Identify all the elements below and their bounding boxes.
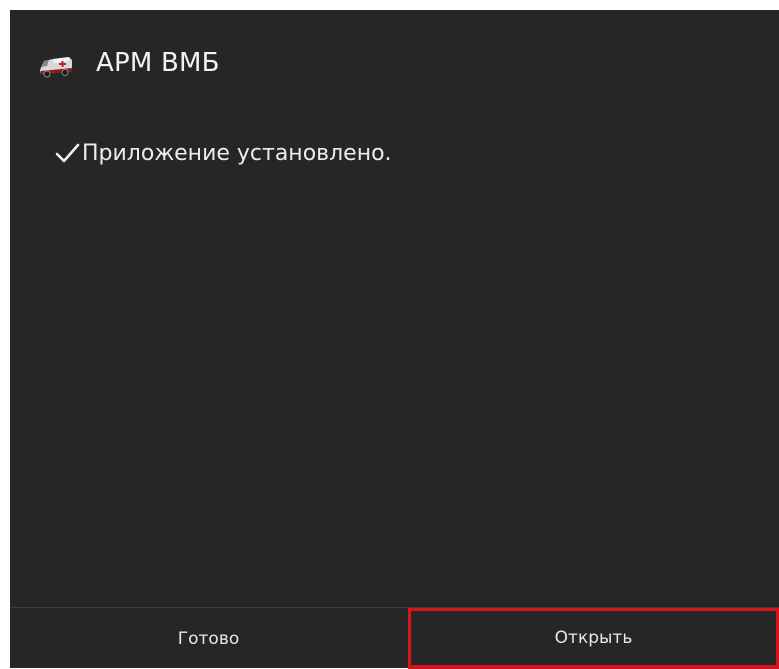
open-button-label: Открыть	[554, 628, 633, 648]
checkmark-icon	[55, 143, 80, 163]
install-status: Приложение установлено.	[54, 138, 392, 168]
button-bar: Готово Открыть	[10, 607, 779, 669]
install-complete-screen: АРМ ВМБ Приложение установлено. Готово О…	[10, 10, 779, 669]
ambulance-icon	[40, 57, 72, 78]
done-button-label: Готово	[177, 628, 240, 649]
app-title: АРМ ВМБ	[96, 48, 220, 78]
done-button[interactable]: Готово	[10, 608, 407, 669]
status-message: Приложение установлено.	[82, 140, 392, 166]
app-header: АРМ ВМБ	[10, 10, 779, 116]
open-button[interactable]: Открыть	[408, 608, 779, 669]
